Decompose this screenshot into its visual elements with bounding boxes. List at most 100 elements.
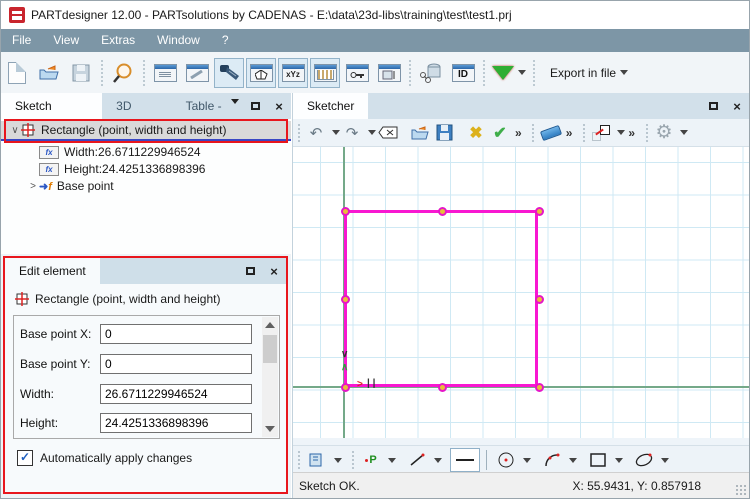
line-tool-button[interactable] <box>404 448 430 472</box>
expander-icon[interactable]: > <box>27 181 39 192</box>
rectangle-tool-button[interactable] <box>585 448 611 472</box>
maximize-panel-button[interactable] <box>243 93 267 119</box>
vertex-handle[interactable] <box>535 383 544 392</box>
history-window-button[interactable] <box>150 58 180 88</box>
id-window-button[interactable]: ID <box>448 58 478 88</box>
sketch-canvas[interactable]: ∨ ∧ > | | <box>293 147 749 438</box>
close-panel-button[interactable]: × <box>267 93 291 119</box>
measure-window-button[interactable] <box>182 58 212 88</box>
tree-item-base-point[interactable]: > ➜f Base point <box>1 177 291 195</box>
constraint-chevron-down-icon: ∨ <box>341 350 348 360</box>
resize-grip[interactable] <box>735 484 747 496</box>
toolbar-grip[interactable] <box>296 122 301 144</box>
point-tool-button[interactable]: P <box>358 448 384 472</box>
tree-item-height[interactable]: fx Height:24.4251336898396 <box>1 160 291 178</box>
settings-button[interactable]: ⚙ <box>652 121 676 145</box>
close-panel-button[interactable]: × <box>262 258 286 284</box>
menu-view[interactable]: View <box>42 29 90 52</box>
menu-help[interactable]: ? <box>211 29 240 52</box>
tab-sketcher[interactable]: Sketcher <box>293 93 368 119</box>
view-tool-dropdown-icon[interactable] <box>334 458 342 463</box>
base-point-y-input[interactable] <box>100 354 252 374</box>
edit-fields-scrollbar[interactable] <box>262 317 278 437</box>
expander-icon[interactable]: ∨ <box>9 125 21 136</box>
open-sketch-button[interactable] <box>408 121 432 145</box>
settings-dropdown-icon[interactable] <box>680 130 688 135</box>
variables-window-button[interactable]: xYz <box>278 58 308 88</box>
arc-tool-button[interactable] <box>539 448 565 472</box>
overflow-chevron[interactable]: » <box>563 126 576 140</box>
key-window-button[interactable] <box>342 58 372 88</box>
open-file-button[interactable] <box>34 58 64 88</box>
sketch-rectangle[interactable] <box>344 210 538 387</box>
edge-midpoint-handle[interactable] <box>438 207 447 216</box>
menu-file[interactable]: File <box>1 29 42 52</box>
menu-window[interactable]: Window <box>146 29 211 52</box>
tab-dropdown-icon[interactable] <box>231 99 239 104</box>
line-tool-dropdown-icon[interactable] <box>434 458 442 463</box>
vertex-handle[interactable] <box>535 207 544 216</box>
scroll-up-icon[interactable] <box>265 322 275 328</box>
redo-dropdown-icon[interactable] <box>368 130 376 135</box>
delete-button[interactable] <box>376 121 400 145</box>
maximize-panel-button[interactable] <box>238 258 262 284</box>
redo-button[interactable]: ↷ <box>340 121 364 145</box>
tab-sketch-history[interactable]: Sketch history <box>1 93 102 119</box>
overflow-chevron[interactable]: » <box>625 126 638 140</box>
apply-sketch-button[interactable]: ✔ <box>488 121 512 145</box>
maximize-panel-button[interactable] <box>701 93 725 119</box>
table-window-button[interactable] <box>310 58 340 88</box>
tab-edit-element[interactable]: Edit element <box>5 258 100 284</box>
toolbar-grip[interactable] <box>581 122 586 144</box>
dropdown-icon[interactable] <box>518 70 526 75</box>
circle-tool-dropdown-icon[interactable] <box>523 458 531 463</box>
horizontal-line-tool-button[interactable] <box>450 448 480 472</box>
edge-midpoint-handle[interactable] <box>535 295 544 304</box>
arc-tool-dropdown-icon[interactable] <box>569 458 577 463</box>
quick-export-button[interactable] <box>490 58 528 88</box>
zoom-button[interactable] <box>108 58 138 88</box>
undo-dropdown-icon[interactable] <box>332 130 340 135</box>
save-sketch-button[interactable] <box>432 121 456 145</box>
point-tool-dropdown-icon[interactable] <box>388 458 396 463</box>
move-node-button[interactable] <box>589 121 613 145</box>
sketch-window-button[interactable] <box>246 58 276 88</box>
toolbar-grip[interactable] <box>296 449 301 471</box>
origin-vertex-handle[interactable] <box>341 383 350 392</box>
circle-tool-button[interactable] <box>493 448 519 472</box>
scrollbar-thumb[interactable] <box>263 335 277 363</box>
new-document-button[interactable] <box>2 58 32 88</box>
tree-item-width[interactable]: fx Width:26.6711229946524 <box>1 143 291 161</box>
overflow-chevron[interactable]: » <box>512 126 525 140</box>
erase-button[interactable] <box>539 121 563 145</box>
toolbar-grip[interactable] <box>644 122 649 144</box>
move-node-dropdown-icon[interactable] <box>617 130 625 135</box>
export-in-file-button[interactable]: Export in file <box>539 58 639 88</box>
tab-table[interactable]: Table - t <box>172 93 231 119</box>
scroll-down-icon[interactable] <box>265 426 275 432</box>
tree-item-rectangle[interactable]: ∨ Rectangle (point, width and height) <box>1 121 291 141</box>
view-tool-button[interactable] <box>304 448 330 472</box>
part-link-button[interactable] <box>416 58 446 88</box>
width-input[interactable] <box>100 384 252 404</box>
screw-button[interactable] <box>214 58 244 88</box>
dimension-window-button[interactable] <box>374 58 404 88</box>
auto-apply-checkbox[interactable]: ✓ <box>17 450 33 466</box>
toolbar-grip[interactable] <box>531 122 536 144</box>
tab-3d-view[interactable]: 3D view <box>102 93 171 119</box>
menu-extras[interactable]: Extras <box>90 29 146 52</box>
ellipse-tool-button[interactable] <box>631 448 657 472</box>
height-input[interactable] <box>100 413 252 433</box>
close-panel-button[interactable]: × <box>725 93 749 119</box>
vertex-handle[interactable] <box>341 207 350 216</box>
undo-button[interactable]: ↶ <box>304 121 328 145</box>
dropdown-icon[interactable] <box>620 70 628 75</box>
edge-midpoint-handle[interactable] <box>438 383 447 392</box>
rectangle-tool-dropdown-icon[interactable] <box>615 458 623 463</box>
edge-midpoint-handle[interactable] <box>341 295 350 304</box>
ellipse-tool-dropdown-icon[interactable] <box>661 458 669 463</box>
toolbar-grip[interactable] <box>350 449 355 471</box>
base-point-x-input[interactable] <box>100 324 252 344</box>
cancel-sketch-button[interactable]: ✖ <box>464 121 488 145</box>
save-button[interactable] <box>66 58 96 88</box>
